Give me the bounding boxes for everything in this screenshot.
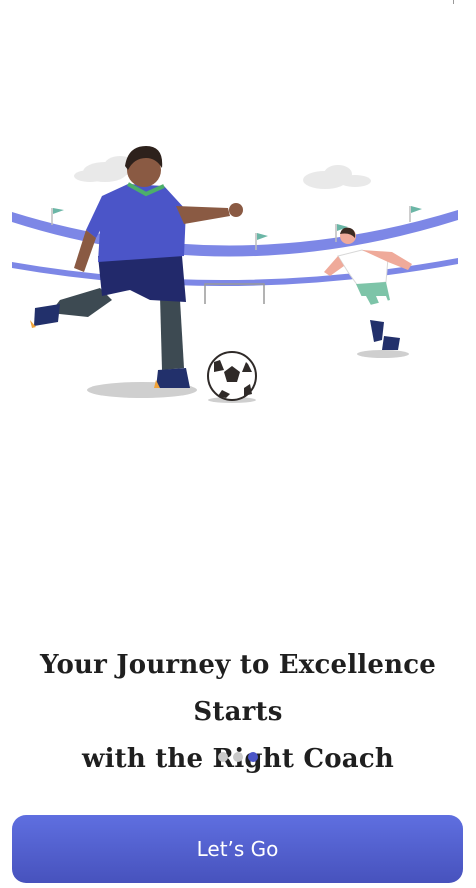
page-dot-3-active[interactable] [248,752,258,762]
status-bar-edge [453,0,454,4]
page-indicator [0,752,476,762]
onboarding-screen: Your Journey to Excellence Starts with t… [0,0,476,888]
soccer-players-illustration [12,146,458,403]
lets-go-button[interactable]: Let’s Go [12,815,463,883]
page-dot-2[interactable] [233,752,243,762]
page-dot-1[interactable] [218,752,228,762]
headline-line-1: Your Journey to Excellence Starts [39,650,436,727]
